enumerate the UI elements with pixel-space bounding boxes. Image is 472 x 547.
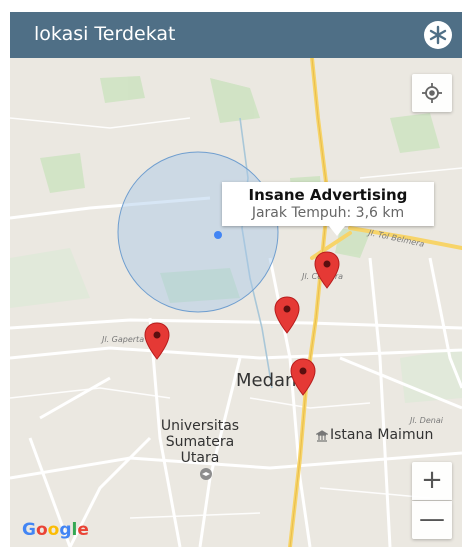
map-marker-1[interactable]: [314, 251, 340, 289]
asterisk-button[interactable]: [424, 21, 452, 49]
map-base: [10, 58, 462, 547]
road-label-denai: Jl. Denai: [410, 416, 443, 425]
info-window-distance: Jarak Tempuh: 3,6 km: [251, 205, 405, 221]
university-label-line1: Universitas: [160, 418, 240, 434]
zoom-out-button[interactable]: —: [412, 501, 452, 539]
map-marker-2[interactable]: [274, 296, 300, 334]
university-label-line3: Utara: [180, 450, 220, 466]
university-label-line2: Sumatera: [165, 434, 235, 450]
palace-label: Istana Maimun: [330, 427, 434, 443]
my-location-button[interactable]: [412, 74, 452, 112]
map-marker-3[interactable]: [144, 322, 170, 360]
university-label: Universitas Sumatera Utara: [156, 418, 244, 466]
my-location-icon: [422, 83, 442, 103]
asterisk-icon: [429, 25, 447, 45]
page-title: lokasi Terdekat: [34, 23, 176, 45]
road-label-gaperta: Jl. Gaperta: [102, 335, 145, 344]
app-bar: lokasi Terdekat: [10, 12, 462, 58]
info-window-tail: [329, 226, 345, 236]
app-frame: lokasi Terdekat Jl. Tol Belmera Jl. Gape…: [10, 12, 462, 547]
marker-info-window[interactable]: Insane Advertising Jarak Tempuh: 3,6 km: [222, 182, 434, 236]
info-window-title: Insane Advertising: [248, 186, 408, 204]
google-logo: Google: [22, 520, 89, 540]
map-view[interactable]: Jl. Tol Belmera Jl. Gaperta Jl. Denai Jl…: [10, 58, 462, 547]
map-marker-4[interactable]: [290, 358, 316, 396]
zoom-in-button[interactable]: +: [412, 462, 452, 500]
city-label: Medan: [236, 370, 297, 391]
university-icon: [200, 468, 212, 480]
palace-icon: [316, 430, 328, 442]
